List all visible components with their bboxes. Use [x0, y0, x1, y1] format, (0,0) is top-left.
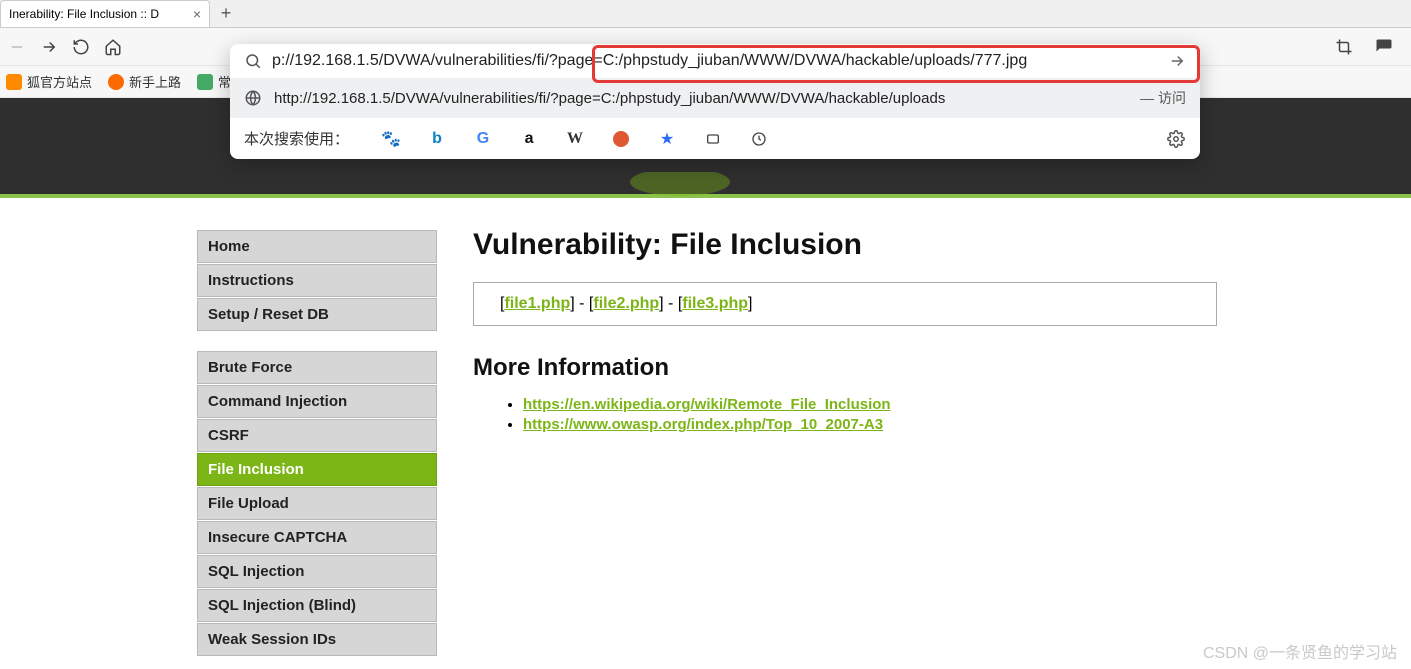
baidu-icon[interactable]: 🐾 — [381, 129, 401, 149]
tab-title: Inerability: File Inclusion :: D — [9, 7, 189, 21]
bookmark-label: 狐官方站点 — [27, 72, 92, 91]
info-list-item: https://www.owasp.org/index.php/Top_10_2… — [523, 416, 1217, 433]
sidebar-item-csrf[interactable]: CSRF — [197, 419, 437, 452]
bookmark-item[interactable]: 常 — [197, 72, 231, 91]
url-dropdown: p://192.168.1.5/DVWA/vulnerabilities/fi/… — [230, 44, 1200, 159]
wikipedia-icon[interactable]: W — [565, 129, 585, 149]
search-icon — [244, 52, 262, 70]
browser-tab[interactable]: Inerability: File Inclusion :: D × — [0, 0, 210, 27]
sidebar-item-weak-session-ids[interactable]: Weak Session IDs — [197, 623, 437, 656]
bookmark-icon — [108, 74, 124, 90]
go-arrow-icon[interactable] — [1168, 52, 1186, 70]
bookmark-icon — [6, 74, 22, 90]
sidebar-item-sql-injection-blind-[interactable]: SQL Injection (Blind) — [197, 589, 437, 622]
amazon-icon[interactable]: a — [519, 129, 539, 149]
file-links-box: [file1.php] - [file2.php] - [file3.php] — [473, 282, 1217, 326]
home-icon[interactable] — [102, 36, 124, 58]
sidebar-item-file-upload[interactable]: File Upload — [197, 487, 437, 520]
more-info-heading: More Information — [473, 354, 1217, 382]
reload-icon[interactable] — [70, 36, 92, 58]
engine-label: 本次搜索使用： — [244, 128, 349, 149]
crop-icon[interactable] — [1333, 36, 1355, 58]
forward-icon[interactable] — [38, 36, 60, 58]
sidebar-item-setup-reset-db[interactable]: Setup / Reset DB — [197, 298, 437, 331]
watermark: CSDN @一条贤鱼的学习站 — [1203, 639, 1397, 663]
search-engine-row: 本次搜索使用： 🐾 b G a W ★ — [230, 118, 1200, 159]
bing-icon[interactable]: b — [427, 129, 447, 149]
info-links-list: https://en.wikipedia.org/wiki/Remote_Fil… — [473, 396, 1217, 433]
sidebar: HomeInstructionsSetup / Reset DB Brute F… — [197, 230, 437, 669]
page-content: HomeInstructionsSetup / Reset DB Brute F… — [0, 98, 1411, 669]
new-tab-button[interactable]: + — [210, 0, 242, 27]
sidebar-item-command-injection[interactable]: Command Injection — [197, 385, 437, 418]
sidebar-item-sql-injection[interactable]: SQL Injection — [197, 555, 437, 588]
file-link[interactable]: file2.php — [593, 295, 659, 312]
suggestion-text: http://192.168.1.5/DVWA/vulnerabilities/… — [274, 90, 1128, 107]
main-content: Vulnerability: File Inclusion [file1.php… — [437, 198, 1257, 669]
url-text: p://192.168.1.5/DVWA/vulnerabilities/fi/… — [272, 52, 1158, 70]
sidebar-item-file-inclusion[interactable]: File Inclusion — [197, 453, 437, 486]
url-input-row[interactable]: p://192.168.1.5/DVWA/vulnerabilities/fi/… — [230, 44, 1200, 78]
bookmark-item[interactable]: 狐官方站点 — [6, 72, 92, 91]
gear-icon[interactable] — [1166, 129, 1186, 149]
google-icon[interactable]: G — [473, 129, 493, 149]
suggestion-suffix: — 访问 — [1140, 88, 1186, 108]
bookmark-item[interactable]: 新手上路 — [108, 72, 181, 91]
close-icon[interactable]: × — [193, 6, 201, 22]
url-suggestion[interactable]: http://192.168.1.5/DVWA/vulnerabilities/… — [230, 78, 1200, 118]
bookmark-icon — [197, 74, 213, 90]
file-link[interactable]: file3.php — [682, 295, 748, 312]
sidebar-item-instructions[interactable]: Instructions — [197, 264, 437, 297]
globe-icon — [244, 89, 262, 107]
bookmark-label: 新手上路 — [129, 72, 181, 91]
info-list-item: https://en.wikipedia.org/wiki/Remote_Fil… — [523, 396, 1217, 413]
back-icon[interactable] — [6, 36, 28, 58]
info-link[interactable]: https://en.wikipedia.org/wiki/Remote_Fil… — [523, 396, 891, 413]
file-link[interactable]: file1.php — [504, 295, 570, 312]
tab-bar: Inerability: File Inclusion :: D × + — [0, 0, 1411, 28]
sidebar-item-home[interactable]: Home — [197, 230, 437, 263]
duckduckgo-icon[interactable] — [611, 129, 631, 149]
history-engine-icon[interactable] — [749, 129, 769, 149]
info-link[interactable]: https://www.owasp.org/index.php/Top_10_2… — [523, 416, 883, 433]
tabs-engine-icon[interactable] — [703, 129, 723, 149]
bookmark-engine-icon[interactable]: ★ — [657, 129, 677, 149]
chat-icon[interactable] — [1373, 36, 1395, 58]
page-title: Vulnerability: File Inclusion — [473, 228, 1217, 262]
dvwa-logo-fragment — [620, 172, 740, 202]
sidebar-item-brute-force[interactable]: Brute Force — [197, 351, 437, 384]
sidebar-item-insecure-captcha[interactable]: Insecure CAPTCHA — [197, 521, 437, 554]
